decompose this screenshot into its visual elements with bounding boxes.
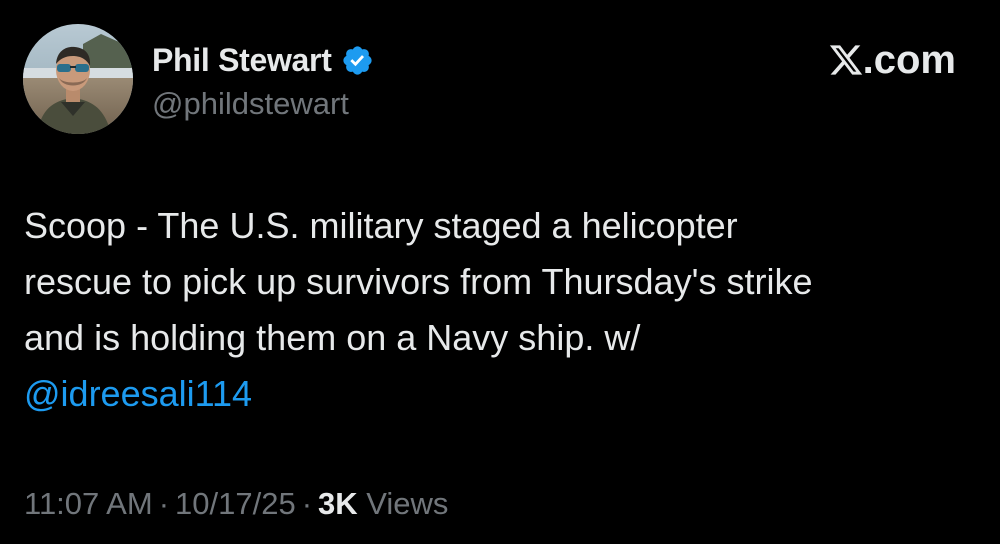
profile-photo-icon [23,24,133,134]
x-logo-icon [828,42,864,78]
avatar[interactable] [23,24,133,134]
views-count: 3K [318,486,358,521]
tweet-text-line: rescue to pick up survivors from Thursda… [24,261,813,302]
tweet-time[interactable]: 11:07 AM [24,486,153,521]
brand-watermark: .com [828,36,956,84]
tweet-text-line: Scoop - The U.S. military staged a helic… [24,205,738,246]
mention-link[interactable]: @idreesali114 [24,366,964,422]
tweet-date[interactable]: 10/17/25 [175,486,296,521]
tweet-text: Scoop - The U.S. military staged a helic… [24,198,964,422]
author-name-row: Phil Stewart [152,40,374,80]
meta-separator: · [301,486,313,521]
meta-separator: · [158,486,170,521]
views-label: Views [366,486,449,521]
tweet-meta: 11:07 AM · 10/17/25 · 3K Views [24,486,448,522]
author-display-name[interactable]: Phil Stewart [152,42,332,79]
tweet-text-line: and is holding them on a Navy ship. w/ [24,317,641,358]
author-handle[interactable]: @phildstewart [152,86,349,122]
brand-domain: .com [862,37,956,82]
verified-badge-icon [341,44,374,77]
